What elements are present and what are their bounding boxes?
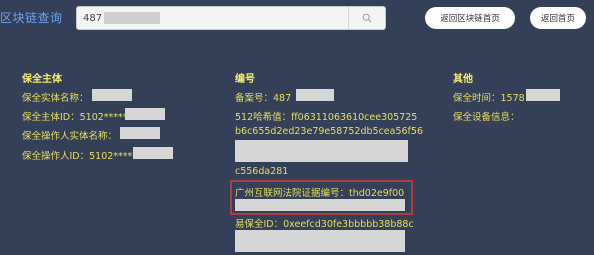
- preservation-time-label: 保全时间：1578: [453, 93, 525, 104]
- sha512-hash-label: 512哈希值：ff06311063610cee305725: [235, 112, 418, 123]
- redacted-block: [296, 89, 334, 101]
- sha512-hash-line-2: b6c655d2ed23e79e58752db5cea56f56: [235, 126, 423, 137]
- entity-name-label: 保全实体名称：: [22, 93, 89, 104]
- back-to-home-label: 返回首页: [540, 14, 575, 24]
- back-to-home-button[interactable]: 返回首页: [530, 7, 586, 29]
- search-input[interactable]: 487: [76, 6, 386, 30]
- entity-id-label: 保全主体ID：5102*****: [22, 112, 128, 123]
- device-info-label: 保全设备信息：: [453, 112, 520, 123]
- app-title: 区块链查询: [0, 11, 63, 25]
- search-icon: [362, 13, 372, 23]
- redacted-block: [133, 147, 173, 159]
- redacted-block: [235, 199, 405, 211]
- back-to-blockchain-home-button[interactable]: 返回区块链首页: [425, 7, 515, 29]
- operator-id-label: 保全操作人ID：5102*****: [22, 151, 138, 162]
- middle-column-heading: 编号: [235, 74, 255, 85]
- search-button[interactable]: [348, 7, 385, 29]
- redacted-block: [125, 108, 165, 120]
- yibaoquan-id-label: 易保全ID：0xeefcd30fe3bbbbb38b88c: [235, 219, 414, 230]
- sha512-hash-line-3: c556da281: [235, 166, 289, 177]
- back-to-blockchain-home-label: 返回区块链首页: [440, 14, 500, 24]
- operator-name-label: 保全操作人实体名称：: [22, 131, 118, 142]
- search-input-value: 487: [83, 12, 161, 24]
- right-column-heading: 其他: [453, 74, 473, 85]
- record-number-label: 备案号：487: [235, 93, 292, 104]
- left-column-heading: 保全主体: [22, 74, 62, 85]
- court-evidence-number-label: 广州互联网法院证据编号：thd02e9f00: [235, 188, 405, 199]
- redacted-block: [526, 89, 560, 101]
- redacted-block: [120, 127, 160, 139]
- redacted-block: [235, 230, 405, 252]
- redacted-block: [235, 140, 408, 162]
- redacted-block: [104, 12, 161, 24]
- redacted-block: [92, 89, 132, 101]
